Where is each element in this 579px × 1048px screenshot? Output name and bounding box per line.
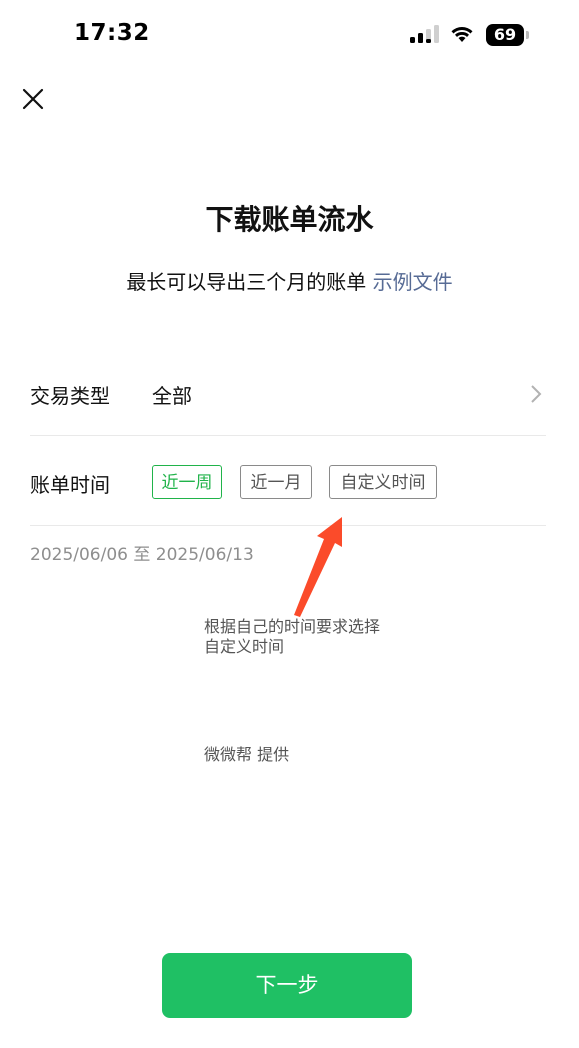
wifi-icon — [451, 27, 473, 42]
bill-time-label: 账单时间 — [30, 473, 110, 497]
transaction-type-label: 交易类型 — [30, 384, 110, 408]
provider-credit: 微微帮 提供 — [204, 745, 290, 764]
annotation-line-1: 根据自己的时间要求选择 — [204, 617, 381, 636]
option-last-month[interactable]: 近一月 — [240, 465, 312, 499]
transaction-type-value[interactable]: 全部 — [152, 380, 192, 409]
cellular-signal-icon — [410, 25, 439, 43]
battery-icon: 69 — [486, 24, 530, 46]
chevron-right-icon[interactable] — [528, 383, 544, 405]
annotation-line-2: 自定义时间 — [204, 637, 285, 656]
date-range-text: 2025/06/06 至 2025/06/13 — [30, 545, 254, 565]
option-custom-time[interactable]: 自定义时间 — [329, 465, 437, 499]
sample-file-link[interactable]: 示例文件 — [373, 270, 453, 294]
divider — [30, 435, 546, 436]
subtitle-text: 最长可以导出三个月的账单 — [126, 270, 367, 294]
annotation-text: 根据自己的时间要求选择 自定义时间 — [204, 617, 380, 657]
annotation-arrow-icon — [294, 517, 342, 617]
battery-level: 69 — [493, 25, 517, 44]
subtitle: 最长可以导出三个月的账单 示例文件 — [0, 266, 579, 295]
status-time: 17:32 — [74, 20, 150, 46]
option-last-week[interactable]: 近一周 — [152, 465, 222, 499]
close-icon[interactable] — [20, 86, 46, 112]
page-title: 下载账单流水 — [205, 203, 374, 236]
next-step-button[interactable]: 下一步 — [162, 953, 412, 1018]
